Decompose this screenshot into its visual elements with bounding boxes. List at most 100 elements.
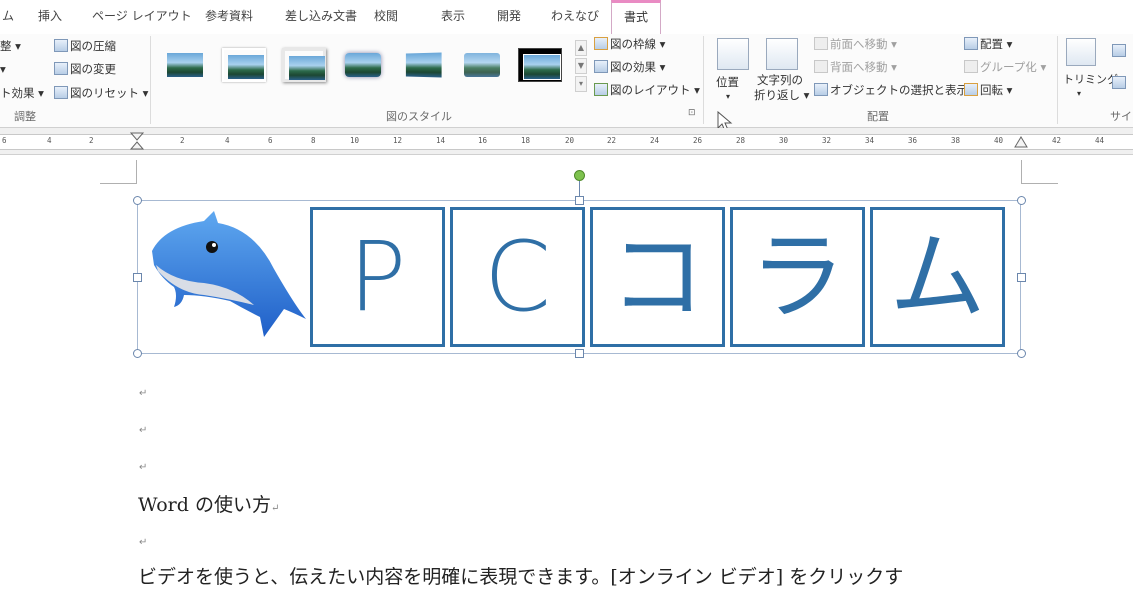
resize-handle-top[interactable] xyxy=(575,196,584,205)
picture-layout-label: 図のレイアウト ▾ xyxy=(610,83,700,97)
resize-handle-bottom-right[interactable] xyxy=(1017,349,1026,358)
position-button[interactable]: 位置 xyxy=(716,74,739,90)
resize-handle-top-right[interactable] xyxy=(1017,196,1026,205)
paragraph-mark: ↵ xyxy=(139,425,148,436)
bring-forward-button[interactable]: 前面へ移動 ▾ xyxy=(814,36,897,52)
tab-mailings[interactable]: 差し込み文書 xyxy=(285,0,357,34)
banner-letter: P xyxy=(348,221,407,333)
compress-pictures-button[interactable]: 図の圧縮 xyxy=(54,38,116,54)
artistic-effects-button[interactable]: ト効果 ▾ xyxy=(0,85,44,101)
wrap-text-line1[interactable]: 文字列の xyxy=(757,72,803,88)
rotate-label: 回転 ▾ xyxy=(980,83,1013,97)
size-group-label: サイ xyxy=(1110,110,1132,123)
banner-letter-box: C xyxy=(450,207,585,347)
style-thumbnail xyxy=(405,52,442,78)
adjust-group-label: 調整 xyxy=(14,110,36,123)
rotation-handle[interactable] xyxy=(574,170,585,181)
group-separator xyxy=(150,36,151,124)
reset-picture-label: 図のリセット ▾ xyxy=(70,86,149,100)
style-thumbnail xyxy=(167,53,203,77)
corrections-button[interactable]: 整 ▾ xyxy=(0,38,21,54)
tab-insert[interactable]: 挿入 xyxy=(38,0,62,34)
ruler-tick: 28 xyxy=(736,136,746,145)
tab-page-layout[interactable]: ページ レイアウト xyxy=(92,0,192,34)
position-arrow[interactable]: ▾ xyxy=(726,89,730,105)
ruler-tick: 20 xyxy=(565,136,575,145)
send-backward-button[interactable]: 背面へ移動 ▾ xyxy=(814,59,897,75)
resize-handle-bottom-left[interactable] xyxy=(133,349,142,358)
resize-handle-right[interactable] xyxy=(1017,273,1026,282)
picture-effects-label: 図の効果 ▾ xyxy=(610,60,666,74)
align-button[interactable]: 配置 ▾ xyxy=(964,36,1012,52)
picture-style-1[interactable] xyxy=(163,48,207,82)
bring-forward-icon xyxy=(814,37,828,50)
align-icon xyxy=(964,37,978,50)
gallery-scroll-down[interactable]: ▼ xyxy=(575,58,587,74)
ruler-tick: 2 xyxy=(89,136,94,145)
rotate-button[interactable]: 回転 ▾ xyxy=(964,82,1012,98)
reset-picture-button[interactable]: 図のリセット ▾ xyxy=(54,85,148,101)
ruler-tick: 44 xyxy=(1095,136,1105,145)
ruler-tick: 40 xyxy=(994,136,1004,145)
document-body-text[interactable]: ビデオを使うと、伝えたい内容を明確に表現できます。[オンライン ビデオ] をクリ… xyxy=(138,562,903,589)
group-button[interactable]: グループ化 ▾ xyxy=(964,59,1046,75)
picture-border-button[interactable]: 図の枠線 ▾ xyxy=(594,36,665,52)
picture-style-2[interactable] xyxy=(222,48,266,82)
resize-handle-top-left[interactable] xyxy=(133,196,142,205)
picture-style-3[interactable] xyxy=(282,48,326,82)
resize-handle-left[interactable] xyxy=(133,273,142,282)
paragraph-mark: ↵ xyxy=(139,388,148,399)
page-margin-corner xyxy=(100,160,137,184)
style-thumbnail xyxy=(289,56,325,80)
picture-style-5[interactable] xyxy=(401,48,445,82)
document-heading[interactable]: Word の使い方↵ xyxy=(138,490,279,517)
resize-handle-bottom[interactable] xyxy=(575,349,584,358)
tab-waenavi[interactable]: わえなび xyxy=(551,0,599,34)
ruler-tick: 8 xyxy=(311,136,316,145)
change-picture-button[interactable]: 図の変更 xyxy=(54,61,116,77)
style-thumbnail xyxy=(464,53,500,77)
gallery-more[interactable]: ▾ xyxy=(575,76,587,92)
tab-references[interactable]: 参考資料 xyxy=(205,0,253,34)
arrange-group-label: 配置 xyxy=(867,110,889,123)
indent-marker-icon[interactable] xyxy=(130,132,144,150)
picture-style-6[interactable] xyxy=(460,48,504,82)
color-button[interactable]: ▾ xyxy=(0,61,6,77)
banner-letter: コ xyxy=(609,221,706,333)
right-indent-marker-icon[interactable] xyxy=(1014,136,1028,148)
paragraph-mark: ↵ xyxy=(139,537,148,548)
pc-column-banner-image[interactable]: P C コ ラ ム xyxy=(137,200,1021,354)
horizontal-ruler[interactable]: 6 4 2 2 4 6 8 10 12 14 16 18 20 22 24 26… xyxy=(0,128,1133,155)
crop-button[interactable]: トリミング xyxy=(1063,72,1118,88)
ruler-tick: 6 xyxy=(2,136,7,145)
ribbon: 整 ▾ ▾ ト効果 ▾ 図の圧縮 図の変更 図のリセット ▾ 調整 ▲ ▼ ▾ … xyxy=(0,34,1133,132)
selection-pane-button[interactable]: オブジェクトの選択と表示 xyxy=(814,82,968,98)
tab-review[interactable]: 校閲 xyxy=(374,0,398,34)
rotate-icon xyxy=(964,83,978,96)
picture-border-label: 図の枠線 ▾ xyxy=(610,37,666,51)
wrap-text-icon xyxy=(766,38,798,70)
layout-icon xyxy=(594,83,608,96)
group-separator xyxy=(703,36,704,124)
dialog-launcher-icon[interactable]: ⊡ xyxy=(688,108,696,118)
banner-letter-box: コ xyxy=(590,207,725,347)
change-picture-label: 図の変更 xyxy=(70,62,116,76)
tab-view[interactable]: 表示 xyxy=(441,0,465,34)
style-thumbnail xyxy=(228,55,264,79)
picture-style-7[interactable] xyxy=(518,48,562,82)
gallery-scroll-up[interactable]: ▲ xyxy=(575,40,587,56)
crop-arrow[interactable]: ▾ xyxy=(1077,86,1081,102)
tab-file[interactable]: ム xyxy=(2,0,14,34)
effects-icon xyxy=(594,60,608,73)
ruler-tick: 38 xyxy=(951,136,961,145)
tab-format[interactable]: 書式 xyxy=(611,0,662,36)
wrap-text-line2[interactable]: 折り返し ▾ xyxy=(754,87,809,103)
compress-icon xyxy=(54,39,68,52)
compress-label: 図の圧縮 xyxy=(70,39,116,53)
group-separator xyxy=(1057,36,1058,124)
picture-layout-button[interactable]: 図のレイアウト ▾ xyxy=(594,82,700,98)
tab-developer[interactable]: 開発 xyxy=(497,0,521,34)
picture-style-4[interactable] xyxy=(341,48,385,82)
ruler-tick: 10 xyxy=(350,136,360,145)
picture-effects-button[interactable]: 図の効果 ▾ xyxy=(594,59,665,75)
